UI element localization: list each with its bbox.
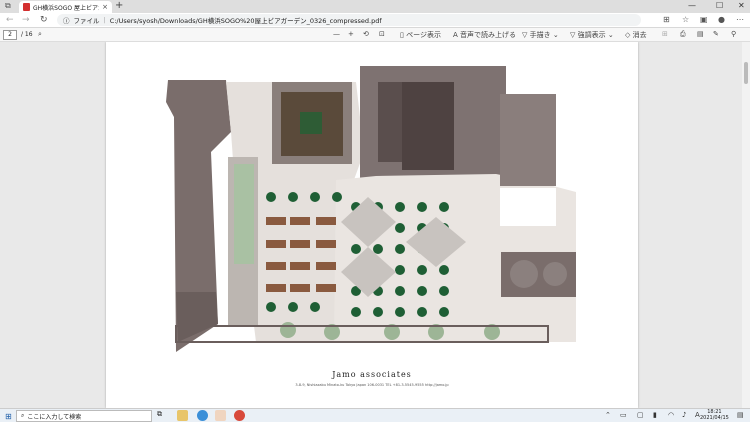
read-aloud-icon: A — [453, 31, 458, 39]
address-field[interactable]: ⓘ ファイル | C:/Users/syosh/Downloads/GH横浜SO… — [57, 14, 641, 26]
draw-button[interactable]: ▽ 手描き ⌄ — [522, 30, 559, 40]
close-window-button[interactable]: ✕ — [738, 1, 745, 10]
search-placeholder: ここに入力して検索 — [27, 413, 82, 421]
task-view-icon[interactable]: ⧉ — [157, 410, 168, 421]
draw-icon: ▽ — [522, 31, 528, 39]
vertical-scrollbar[interactable] — [742, 42, 750, 408]
page-total: / 16 — [21, 31, 33, 38]
scheme-label: ファイル — [73, 17, 100, 25]
page-number-input[interactable]: 2 — [3, 30, 17, 40]
floor-plan-image — [106, 42, 638, 362]
draw-label: 手描き — [529, 31, 551, 39]
zoom-out-icon[interactable]: — — [333, 30, 340, 38]
fit-page-icon[interactable]: ⊡ — [379, 30, 385, 38]
scroll-thumb[interactable] — [744, 62, 748, 84]
info-icon: ⓘ — [63, 17, 70, 25]
text-add-icon[interactable]: ⊞ — [662, 30, 668, 38]
chrome-icon[interactable] — [234, 410, 245, 421]
new-tab-button[interactable]: + — [115, 0, 123, 11]
pdf-icon — [23, 3, 30, 11]
eraser-icon: ◇ — [625, 31, 631, 39]
collections-icon[interactable]: ▣ — [700, 15, 708, 24]
pdf-page: Jamo associates 3-8-9, Nishiazabu Minato… — [106, 42, 638, 408]
pdf-app-icon[interactable] — [215, 410, 226, 421]
highlight-label: 強調表示 — [577, 31, 606, 39]
title-bar: ⧉ GH横浜SOGO 屋上ビアガーデン_0… × + — ☐ ✕ — [0, 0, 750, 13]
edge-icon[interactable] — [197, 410, 208, 421]
clock[interactable]: 18:21 2021/04/15 — [700, 409, 729, 421]
erase-button[interactable]: ◇ 消去 — [625, 30, 647, 40]
windows-start-icon[interactable]: ⊞ — [5, 412, 12, 421]
save-icon[interactable]: ▤ — [697, 30, 704, 38]
erase-label: 消去 — [632, 31, 647, 39]
search-icon: ⌕ — [21, 412, 25, 419]
brand-name: Jamo associates — [332, 370, 412, 379]
network-icon[interactable]: ▢ — [637, 411, 644, 419]
clock-date: 2021/04/15 — [700, 415, 729, 421]
file-explorer-icon[interactable] — [177, 410, 188, 421]
pdf-viewport: Jamo associates 3-8-9, Nishiazabu Minato… — [0, 42, 742, 408]
pdf-toolbar: 2 / 16 ⌕ — + ⟲ ⊡ ▯ ページ表示 A 音声で読み上げる ▽ 手描… — [0, 28, 750, 42]
refresh-icon[interactable]: ↻ — [40, 15, 48, 25]
favorite-icon[interactable]: ☆ — [682, 15, 689, 24]
app-available-icon[interactable]: ⊞ — [663, 15, 670, 24]
minimize-button[interactable]: — — [688, 1, 696, 10]
address-bar-row: ← → ↻ ⓘ ファイル | C:/Users/syosh/Downloads/… — [0, 13, 750, 28]
tray-chevron-icon[interactable]: ⌃ — [605, 411, 611, 419]
page-view-icon: ▯ — [400, 31, 404, 39]
maximize-button[interactable]: ☐ — [716, 1, 723, 10]
wifi-icon[interactable]: ◠ — [668, 411, 674, 419]
taskbar-search[interactable]: ⌕ ここに入力して検索 — [16, 410, 152, 422]
print-icon[interactable]: ⎙ — [680, 30, 686, 39]
tab-pdf[interactable]: GH横浜SOGO 屋上ビアガーデン_0… × — [19, 1, 112, 13]
tab-close-icon[interactable]: × — [102, 3, 108, 11]
url-text: C:/Users/syosh/Downloads/GH横浜SOGO%20屋上ビア… — [109, 17, 382, 25]
battery-icon[interactable]: ▮ — [653, 411, 657, 419]
read-aloud-label: 音声で読み上げる — [460, 31, 517, 39]
taskbar: ⊞ ⌕ ここに入力して検索 ⧉ ⌃ ▭ ▢ ▮ ◠ ♪ A 18:21 2021… — [0, 408, 750, 422]
save-as-icon[interactable]: ✎ — [713, 30, 719, 38]
tab-title: GH横浜SOGO 屋上ビアガーデン_0… — [33, 4, 99, 12]
page-view-button[interactable]: ▯ ページ表示 — [400, 30, 441, 40]
company-address: 3-8-9, Nishiazabu Minato-ku Tokyo Japan … — [295, 383, 449, 387]
forward-icon[interactable]: → — [22, 15, 30, 25]
volume-icon[interactable]: ♪ — [682, 411, 686, 419]
highlight-button[interactable]: ▽ 強調表示 ⌄ — [570, 30, 614, 40]
separator: | — [103, 16, 106, 24]
search-icon[interactable]: ⌕ — [38, 30, 42, 39]
zoom-in-icon[interactable]: + — [348, 30, 354, 38]
read-aloud-button[interactable]: A 音声で読み上げる — [453, 30, 516, 40]
highlight-icon: ▽ — [570, 31, 576, 39]
profile-icon[interactable]: ● — [718, 15, 725, 24]
pin-icon[interactable]: ⚲ — [731, 30, 736, 38]
notification-icon[interactable]: ▤ — [737, 411, 744, 419]
tab-actions-icon[interactable]: ⧉ — [5, 1, 11, 11]
page-view-label: ページ表示 — [406, 31, 441, 39]
back-icon[interactable]: ← — [6, 15, 14, 25]
menu-icon[interactable]: ⋯ — [736, 15, 744, 24]
meet-now-icon[interactable]: ▭ — [620, 411, 627, 419]
rotate-icon[interactable]: ⟲ — [363, 30, 369, 38]
